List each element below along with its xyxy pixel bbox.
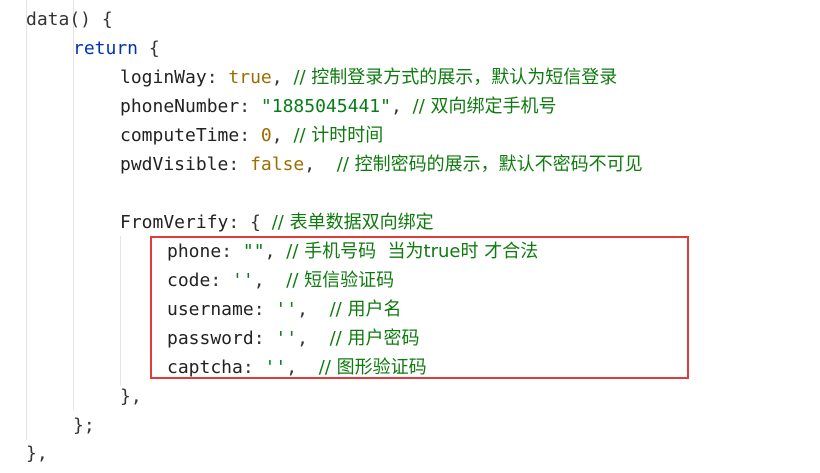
code-token-bool: false <box>250 154 305 175</box>
code-token-cmt: // 表单数据双向绑定 <box>271 212 434 233</box>
code-line: pwdVisible: false, // 控制密码的展示，默认不密码不可见 <box>120 153 643 177</box>
code-line: FromVerify: { // 表单数据双向绑定 <box>120 211 434 235</box>
code-token-punc: }; <box>73 415 95 436</box>
code-token-prop: computeTime <box>120 125 240 146</box>
code-token-cmt: // 控制登录方式的展示，默认为短信登录 <box>293 67 618 88</box>
indent-guide <box>26 0 27 440</box>
code-line: }; <box>73 414 95 438</box>
code-token-cmt: // 双向绑定手机号 <box>412 96 557 117</box>
code-line: computeTime: 0, // 计时时间 <box>120 124 383 148</box>
code-token-prop: FromVerify <box>120 212 229 233</box>
code-token-punc: , <box>304 154 337 175</box>
code-token-prop: loginWay <box>120 67 207 88</box>
code-token-punc: : { <box>228 212 272 233</box>
code-editor[interactable]: data() { return { loginWay: true, // 控制登录方… <box>0 0 820 473</box>
code-line: loginWay: true, // 控制登录方式的展示，默认为短信登录 <box>120 66 617 90</box>
code-token-punc: { <box>138 38 160 59</box>
indent-guide <box>73 0 74 410</box>
code-token-punc: data() { <box>26 9 113 30</box>
code-token-punc: , <box>390 96 413 117</box>
code-line: data() { <box>26 8 113 32</box>
code-token-num: 0 <box>260 125 272 146</box>
code-token-str: "1885045441" <box>260 96 391 117</box>
code-token-punc: : <box>239 96 261 117</box>
code-token-punc: : <box>206 67 229 88</box>
code-line: phoneNumber: "1885045441", // 双向绑定手机号 <box>120 95 557 119</box>
code-line: }, <box>26 442 48 466</box>
code-token-punc: }, <box>26 443 48 464</box>
code-token-cmt: // 控制密码的展示，默认不密码不可见 <box>336 154 643 175</box>
indent-guide <box>120 236 121 386</box>
code-line: return { <box>73 37 160 61</box>
code-token-prop: pwdVisible <box>120 154 229 175</box>
code-token-punc: : <box>239 125 261 146</box>
highlight-annotation-box <box>150 236 689 379</box>
code-token-prop: phoneNumber <box>120 96 240 117</box>
code-token-punc: , <box>271 125 294 146</box>
code-token-kw: return <box>73 38 139 59</box>
code-token-bool: true <box>228 67 272 88</box>
code-token-punc: : <box>228 154 251 175</box>
code-token-cmt: // 计时时间 <box>293 125 384 146</box>
code-token-punc: }, <box>120 386 142 407</box>
code-token-punc: , <box>271 67 294 88</box>
code-line: }, <box>120 385 142 409</box>
